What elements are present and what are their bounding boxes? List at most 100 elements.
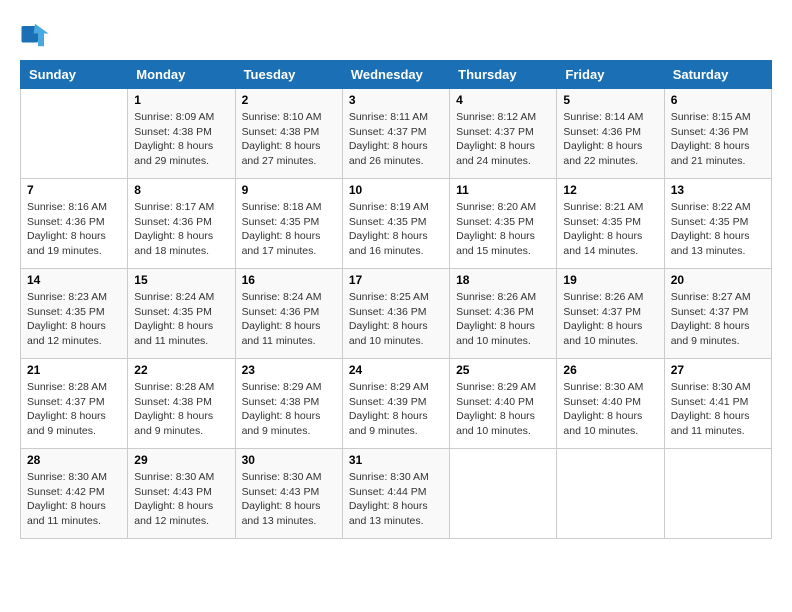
day-number: 20 [671,273,765,287]
day-info: Sunrise: 8:28 AMSunset: 4:38 PMDaylight:… [134,380,228,439]
day-number: 28 [27,453,121,467]
page-header [20,20,772,50]
day-number: 1 [134,93,228,107]
day-cell: 29Sunrise: 8:30 AMSunset: 4:43 PMDayligh… [128,449,235,539]
day-number: 26 [563,363,657,377]
day-number: 27 [671,363,765,377]
week-row-1: 1 Sunrise: 8:09 AMSunset: 4:38 PMDaylight… [21,89,772,179]
day-info: Sunrise: 8:11 AMSunset: 4:37 PMDaylight:… [349,110,443,169]
day-info: Sunrise: 8:24 AMSunset: 4:35 PMDaylight:… [134,290,228,349]
day-info: Sunrise: 8:26 AMSunset: 4:37 PMDaylight:… [563,290,657,349]
day-number: 15 [134,273,228,287]
day-cell [450,449,557,539]
day-number: 8 [134,183,228,197]
day-cell: 13Sunrise: 8:22 AMSunset: 4:35 PMDayligh… [664,179,771,269]
day-cell: 30 Sunrise: 8:30 AMSunset: 4:43 PMDayligh… [235,449,342,539]
week-row-2: 7 Sunrise: 8:16 AMSunset: 4:36 PMDaylight… [21,179,772,269]
day-cell: 12 Sunrise: 8:21 AMSunset: 4:35 PMDayligh… [557,179,664,269]
day-info: Sunrise: 8:23 AMSunset: 4:35 PMDaylight:… [27,290,121,349]
day-number: 9 [242,183,336,197]
day-cell: 1 Sunrise: 8:09 AMSunset: 4:38 PMDaylight… [128,89,235,179]
day-cell: 18 Sunrise: 8:26 AMSunset: 4:36 PMDayligh… [450,269,557,359]
day-number: 5 [563,93,657,107]
day-cell: 10 Sunrise: 8:19 AMSunset: 4:35 PMDayligh… [342,179,449,269]
day-cell: 26 Sunrise: 8:30 AMSunset: 4:40 PMDayligh… [557,359,664,449]
day-info: Sunrise: 8:30 AMSunset: 4:42 PMDaylight:… [27,470,121,529]
day-number: 21 [27,363,121,377]
day-cell: 5 Sunrise: 8:14 AMSunset: 4:36 PMDaylight… [557,89,664,179]
day-info: Sunrise: 8:26 AMSunset: 4:36 PMDaylight:… [456,290,550,349]
day-cell: 22 Sunrise: 8:28 AMSunset: 4:38 PMDayligh… [128,359,235,449]
day-cell: 16 Sunrise: 8:24 AMSunset: 4:36 PMDayligh… [235,269,342,359]
day-info: Sunrise: 8:17 AMSunset: 4:36 PMDaylight:… [134,200,228,259]
day-cell: 31 Sunrise: 8:30 AMSunset: 4:44 PMDayligh… [342,449,449,539]
header-monday: Monday [128,61,235,89]
day-cell: 14 Sunrise: 8:23 AMSunset: 4:35 PMDayligh… [21,269,128,359]
day-info: Sunrise: 8:16 AMSunset: 4:36 PMDaylight:… [27,200,121,259]
day-info: Sunrise: 8:09 AMSunset: 4:38 PMDaylight:… [134,110,228,169]
day-cell: 27 Sunrise: 8:30 AMSunset: 4:41 PMDayligh… [664,359,771,449]
calendar-table: SundayMondayTuesdayWednesdayThursdayFrid… [20,60,772,539]
day-info: Sunrise: 8:14 AMSunset: 4:36 PMDaylight:… [563,110,657,169]
day-cell: 11 Sunrise: 8:20 AMSunset: 4:35 PMDayligh… [450,179,557,269]
day-cell: 2Sunrise: 8:10 AMSunset: 4:38 PMDaylight… [235,89,342,179]
day-cell [21,89,128,179]
day-info: Sunrise: 8:25 AMSunset: 4:36 PMDaylight:… [349,290,443,349]
day-number: 3 [349,93,443,107]
day-cell: 25 Sunrise: 8:29 AMSunset: 4:40 PMDayligh… [450,359,557,449]
day-cell: 21 Sunrise: 8:28 AMSunset: 4:37 PMDayligh… [21,359,128,449]
day-info: Sunrise: 8:29 AMSunset: 4:39 PMDaylight:… [349,380,443,439]
day-cell: 4 Sunrise: 8:12 AMSunset: 4:37 PMDaylight… [450,89,557,179]
day-number: 12 [563,183,657,197]
day-number: 16 [242,273,336,287]
day-number: 18 [456,273,550,287]
day-info: Sunrise: 8:24 AMSunset: 4:36 PMDaylight:… [242,290,336,349]
header-wednesday: Wednesday [342,61,449,89]
day-number: 14 [27,273,121,287]
day-number: 17 [349,273,443,287]
day-cell: 9Sunrise: 8:18 AMSunset: 4:35 PMDaylight… [235,179,342,269]
header-friday: Friday [557,61,664,89]
day-info: Sunrise: 8:19 AMSunset: 4:35 PMDaylight:… [349,200,443,259]
day-number: 22 [134,363,228,377]
day-info: Sunrise: 8:12 AMSunset: 4:37 PMDaylight:… [456,110,550,169]
day-number: 23 [242,363,336,377]
day-info: Sunrise: 8:28 AMSunset: 4:37 PMDaylight:… [27,380,121,439]
week-row-4: 21 Sunrise: 8:28 AMSunset: 4:37 PMDayligh… [21,359,772,449]
day-number: 19 [563,273,657,287]
day-cell [557,449,664,539]
day-info: Sunrise: 8:21 AMSunset: 4:35 PMDaylight:… [563,200,657,259]
day-info: Sunrise: 8:30 AMSunset: 4:44 PMDaylight:… [349,470,443,529]
day-number: 29 [134,453,228,467]
day-cell [664,449,771,539]
day-number: 10 [349,183,443,197]
day-info: Sunrise: 8:29 AMSunset: 4:38 PMDaylight:… [242,380,336,439]
day-number: 11 [456,183,550,197]
day-number: 30 [242,453,336,467]
header-thursday: Thursday [450,61,557,89]
day-cell: 6Sunrise: 8:15 AMSunset: 4:36 PMDaylight… [664,89,771,179]
day-info: Sunrise: 8:30 AMSunset: 4:40 PMDaylight:… [563,380,657,439]
day-info: Sunrise: 8:22 AMSunset: 4:35 PMDaylight:… [671,200,765,259]
day-number: 4 [456,93,550,107]
logo-icon [20,20,50,50]
day-cell: 20Sunrise: 8:27 AMSunset: 4:37 PMDayligh… [664,269,771,359]
day-number: 6 [671,93,765,107]
day-number: 7 [27,183,121,197]
day-info: Sunrise: 8:30 AMSunset: 4:43 PMDaylight:… [242,470,336,529]
week-row-3: 14 Sunrise: 8:23 AMSunset: 4:35 PMDayligh… [21,269,772,359]
day-number: 31 [349,453,443,467]
header-saturday: Saturday [664,61,771,89]
day-number: 24 [349,363,443,377]
day-info: Sunrise: 8:20 AMSunset: 4:35 PMDaylight:… [456,200,550,259]
header-tuesday: Tuesday [235,61,342,89]
day-cell: 28 Sunrise: 8:30 AMSunset: 4:42 PMDayligh… [21,449,128,539]
calendar-header-row: SundayMondayTuesdayWednesdayThursdayFrid… [21,61,772,89]
week-row-5: 28 Sunrise: 8:30 AMSunset: 4:42 PMDayligh… [21,449,772,539]
day-cell: 17 Sunrise: 8:25 AMSunset: 4:36 PMDayligh… [342,269,449,359]
day-number: 25 [456,363,550,377]
logo [20,20,52,50]
day-cell: 19 Sunrise: 8:26 AMSunset: 4:37 PMDayligh… [557,269,664,359]
day-info: Sunrise: 8:30 AMSunset: 4:41 PMDaylight:… [671,380,765,439]
day-info: Sunrise: 8:29 AMSunset: 4:40 PMDaylight:… [456,380,550,439]
